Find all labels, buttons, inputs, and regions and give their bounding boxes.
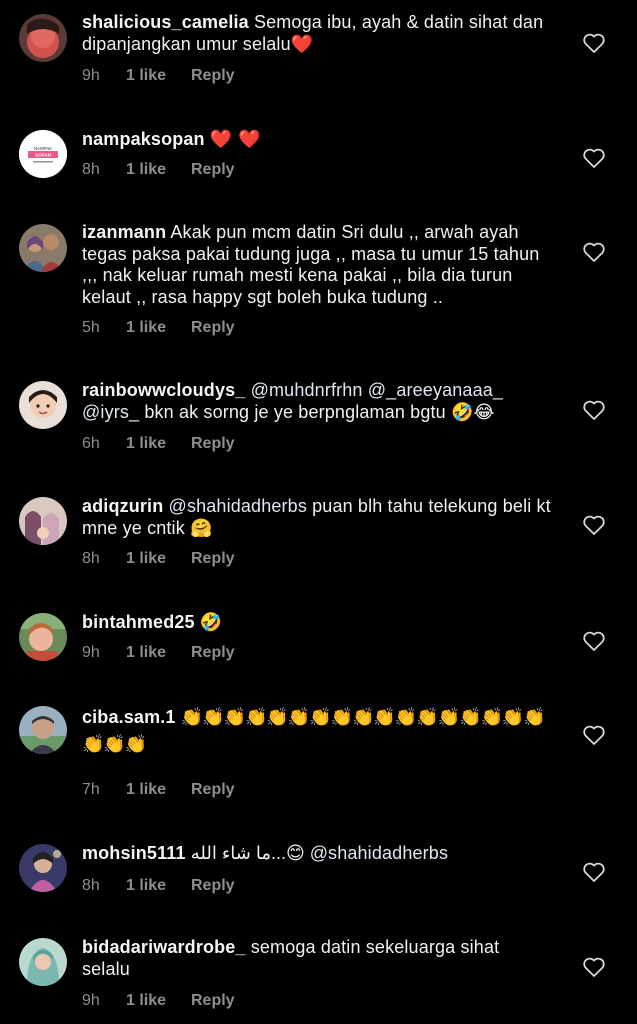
comment-likes[interactable]: 1 like [126,319,191,337]
comment-meta: 7h 1 like Reply [82,781,235,799]
comment-time: 9h [82,644,100,661]
child-photo-avatar [19,381,67,429]
comment-body: adiqzurin @shahidadherbs puan blh tahu t… [82,495,552,540]
heart-outline-icon[interactable] [582,630,606,652]
pink-face-avatar [19,14,67,62]
heart-outline-icon[interactable] [582,32,606,54]
comment-likes[interactable]: 1 like [126,67,191,85]
avatar[interactable] [19,844,67,892]
comment-likes[interactable]: 1 like [126,781,191,799]
hijab-woman-avatar [19,938,67,986]
svg-text:NAMPAK: NAMPAK [34,146,52,151]
comment-body: bidadariwardrobe_ semoga datin sekeluarg… [82,936,552,980]
heart-outline-icon[interactable] [582,956,606,978]
comment-time: 8h [82,877,100,894]
comment-body: izanmann Akak pun mcm datin Sri dulu ,, … [82,222,552,309]
heart-outline-icon[interactable] [582,147,606,169]
comment-meta: 9h 1 like Reply [82,644,235,662]
avatar[interactable] [19,938,67,986]
comment-likes[interactable]: 1 like [126,644,191,662]
reply-button[interactable]: Reply [191,435,235,453]
comment-time: 7h [82,781,100,798]
comment-meta: 9h 1 like Reply [82,67,235,85]
comment-mention[interactable]: @muhdnrfrhn [251,380,363,400]
comment-body: shalicious_camelia Semoga ibu, ayah & da… [82,11,552,56]
laughing-emoji: 🤣 [199,612,223,633]
comment-text: bkn ak sorng je ye berpnglaman bgtu [144,402,446,422]
avatar[interactable]: NAMPAK SOPAN [19,130,67,178]
svg-text:SOPAN: SOPAN [35,153,52,158]
reply-button[interactable]: Reply [191,644,235,662]
reply-button[interactable]: Reply [191,161,235,179]
reply-button[interactable]: Reply [191,550,235,568]
comment-meta: 8h 1 like Reply [82,550,235,568]
comment-username[interactable]: shalicious_camelia [82,12,249,32]
comment-mention[interactable]: @iyrs_ [82,402,139,422]
comment-likes[interactable]: 1 like [126,550,191,568]
heart-outline-icon[interactable] [582,241,606,263]
man-photo-avatar [19,706,67,754]
reply-button[interactable]: Reply [191,319,235,337]
comment-time: 8h [82,161,100,178]
comment-time: 9h [82,67,100,84]
heart-outline-icon[interactable] [582,399,606,421]
comment-time: 6h [82,435,100,452]
comment-username[interactable]: bintahmed25 [82,612,195,632]
comment-username[interactable]: ciba.sam.1 [82,707,176,727]
comment-body: nampaksopan ❤️ ❤️ [82,128,552,151]
avatar[interactable] [19,224,67,272]
comment-username[interactable]: bidadariwardrobe_ [82,937,246,957]
comment-meta: 9h 1 like Reply [82,992,235,1010]
heart-outline-icon[interactable] [582,861,606,883]
comment-username[interactable]: rainbowwcloudys_ [82,380,245,400]
nampak-sopan-logo: NAMPAK SOPAN [19,130,67,178]
hugging-emoji: 🤗 [190,518,213,539]
comment-mention[interactable]: @_areeyanaaa_ [368,380,503,400]
reply-button[interactable]: Reply [191,992,235,1010]
comment-body: bintahmed25 🤣 [82,611,552,634]
family-photo-avatar [19,497,67,545]
comment-meta: 5h 1 like Reply [82,319,235,337]
comment-mention[interactable]: @shahidadherbs [310,843,448,863]
reply-button[interactable]: Reply [191,67,235,85]
comment-meta: 8h 1 like Reply [82,877,235,895]
comment-body: mohsin5111 ما شاء الله...😊 @shahidadherb… [82,842,552,865]
comment-text: ما شاء الله... [190,843,286,863]
comment-meta: 6h 1 like Reply [82,435,235,453]
boy-photo-avatar [19,613,67,661]
heart-outline-icon[interactable] [582,514,606,536]
couple-photo-avatar [19,224,67,272]
comment-username[interactable]: adiqzurin [82,496,163,516]
comment-username[interactable]: nampaksopan [82,129,205,149]
avatar[interactable] [19,381,67,429]
comment-username[interactable]: izanmann [82,222,166,242]
comment-likes[interactable]: 1 like [126,877,191,895]
avatar[interactable] [19,706,67,754]
reply-button[interactable]: Reply [191,781,235,799]
laughing-emoji: 🤣😂 [450,402,495,423]
comment-time: 8h [82,550,100,567]
comment-body: rainbowwcloudys_ @muhdnrfrhn @_areeyanaa… [82,379,552,424]
avatar[interactable] [19,14,67,62]
comment-meta: 8h 1 like Reply [82,161,235,179]
comment-mention[interactable]: @shahidadherbs [169,496,307,516]
comment-time: 5h [82,319,100,336]
comment-likes[interactable]: 1 like [126,992,191,1010]
comment-username[interactable]: mohsin5111 [82,843,186,863]
performer-photo-avatar [19,844,67,892]
comment-likes[interactable]: 1 like [126,435,191,453]
comment-time: 9h [82,992,100,1009]
smiling-emoji: 😊 [286,843,305,864]
avatar[interactable] [19,613,67,661]
heart-emoji: ❤️ [290,34,314,55]
comment-likes[interactable]: 1 like [126,161,191,179]
comment-body: ciba.sam.1 👏👏👏👏👏👏👏👏👏👏👏👏👏👏👏👏👏👏👏👏 [82,704,552,758]
heart-outline-icon[interactable] [582,724,606,746]
heart-emoji: ❤️ ❤️ [209,129,261,150]
avatar[interactable] [19,497,67,545]
reply-button[interactable]: Reply [191,877,235,895]
